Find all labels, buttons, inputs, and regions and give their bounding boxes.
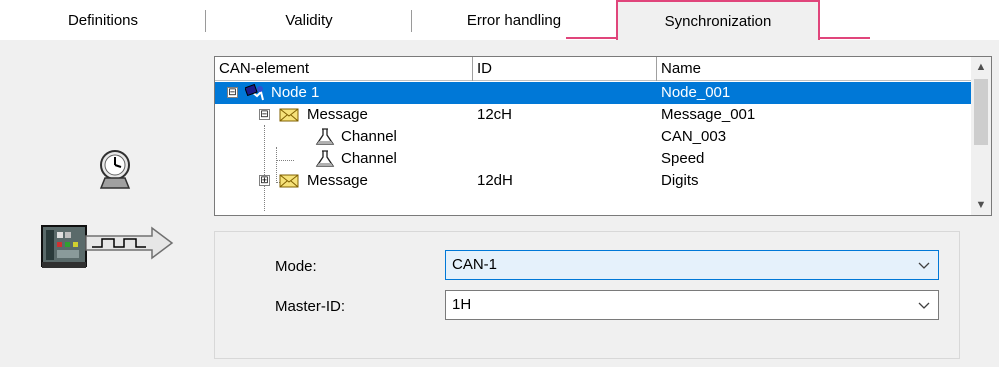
cell-id: 12cH [477,106,513,123]
clock-icon [99,150,131,189]
grid-header: CAN-element ID Name [215,57,971,81]
table-row[interactable]: ⊟ Node 1 Node_001 [215,82,971,104]
column-header-name[interactable]: Name [657,57,971,81]
cell-can-element: Message [307,106,368,123]
table-row[interactable]: ⊟ Message 12cH Message_001 [215,104,971,126]
tab-label: Synchronization [664,12,772,30]
column-header-id[interactable]: ID [473,57,657,81]
cell-name: Message_001 [661,106,756,123]
cell-can-element: Channel [341,128,397,145]
tab-accent-line [566,37,618,39]
cell-name: CAN_003 [661,128,727,145]
node-icon [245,84,264,101]
chevron-down-icon [918,262,930,269]
cell-id: 12dH [477,172,513,189]
collapse-icon[interactable]: ⊟ [259,109,270,120]
scroll-up-arrow-icon[interactable]: ▲ [971,57,991,77]
cell-can-element: Node 1 [271,84,320,101]
table-row[interactable]: ⊞ Message 12dH Digits [215,170,971,192]
master-id-label: Master-ID: [275,298,346,315]
cell-can-element: Message [307,172,368,189]
tab-label: Definitions [67,11,139,29]
master-id-select[interactable]: 1H [445,290,939,320]
mode-select[interactable]: CAN-1 [445,250,939,280]
tab-label: Error handling [466,11,562,29]
expand-icon[interactable]: ⊞ [259,175,270,186]
mode-label: Mode: [275,258,317,275]
can-element-grid[interactable]: CAN-element ID Name ⊟ Node 1 Node_001 ⊟ … [214,56,992,216]
flask-icon [315,128,335,145]
tab-definitions[interactable]: Definitions [0,4,206,36]
table-row[interactable]: Channel Speed [215,148,971,170]
cell-name: Node_001 [661,84,731,101]
scroll-thumb[interactable] [974,79,988,145]
flask-icon [315,150,335,167]
tab-strip: Definitions Validity Error handling Sync… [0,0,999,40]
scroll-down-arrow-icon[interactable]: ▼ [971,195,991,215]
envelope-icon [279,174,299,188]
cell-name: Digits [661,172,699,189]
master-id-value: 1H [452,296,472,313]
chevron-down-icon [918,302,930,309]
tab-error-handling[interactable]: Error handling [412,4,616,36]
tab-synchronization[interactable]: Synchronization [616,0,820,40]
tab-accent-line [818,37,870,39]
mode-value: CAN-1 [452,256,498,273]
column-header-can-element[interactable]: CAN-element [215,57,473,81]
table-row[interactable]: Channel CAN_003 [215,126,971,148]
tab-label: Validity [285,11,333,29]
collapse-icon[interactable]: ⊟ [227,87,238,98]
device-signal-icon [41,225,174,268]
envelope-icon [279,108,299,122]
sync-settings-group: Mode: CAN-1 Master-ID: 1H [214,231,960,359]
cell-can-element: Channel [341,150,397,167]
vertical-scrollbar[interactable]: ▲ ▼ [971,57,991,215]
tab-validity[interactable]: Validity [206,4,412,36]
cell-name: Speed [661,150,705,167]
